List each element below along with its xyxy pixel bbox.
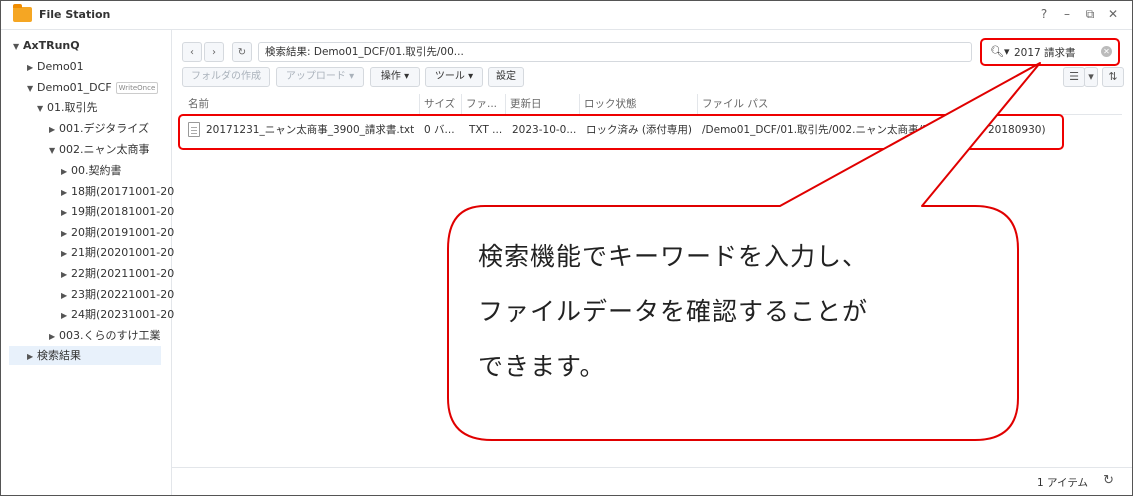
callout-line-3: できます。 [478,352,606,381]
callout-line-1: 検索機能でキーワードを入力し、 [478,242,869,271]
callout-line-2: ファイルデータを確認することが [478,297,869,326]
